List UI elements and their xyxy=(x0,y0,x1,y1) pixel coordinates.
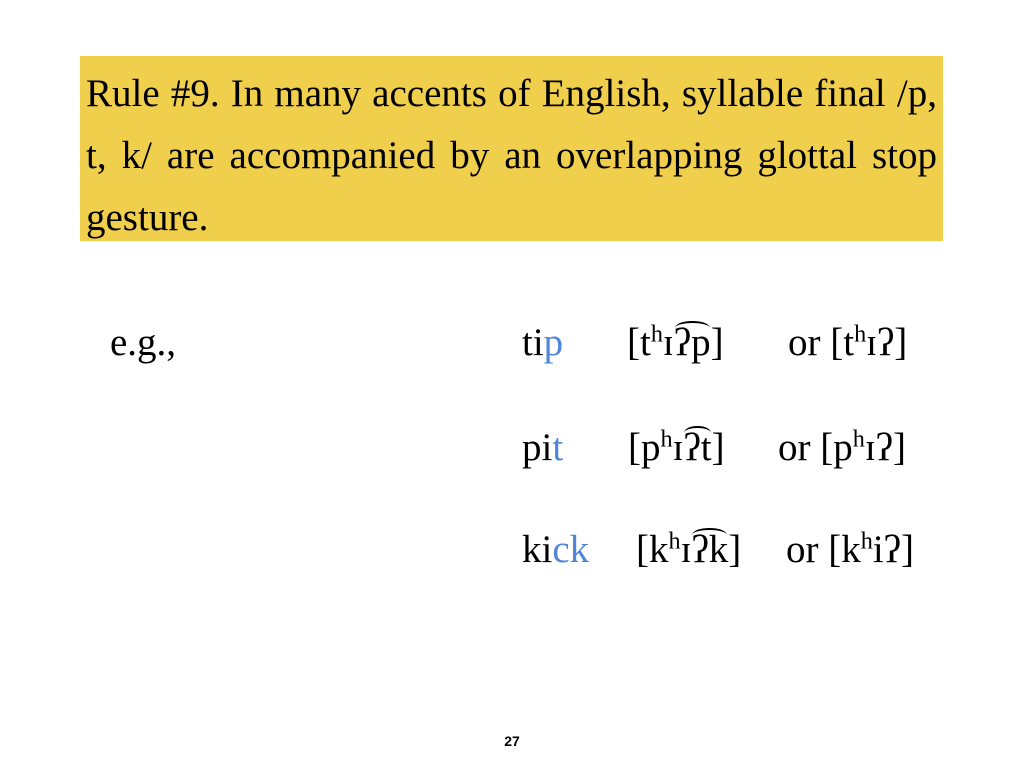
ipa-open: [t xyxy=(627,321,651,364)
ipa-close: ] xyxy=(728,528,742,571)
ipa-vowel: ɪ xyxy=(662,321,674,364)
examples-label: e.g., xyxy=(110,321,177,364)
example-word: tip xyxy=(522,318,563,368)
word-stem: pi xyxy=(522,426,553,469)
ipa-alternative: or [thɪʔ] xyxy=(788,318,907,368)
alt-rest: iʔ] xyxy=(872,528,914,571)
ipa-alternative: or [phɪʔ] xyxy=(778,423,906,473)
ipa-tied-glottal: ʔt xyxy=(683,423,712,473)
ipa-transcription: [thɪʔp] xyxy=(627,318,724,368)
ipa-close: ] xyxy=(710,321,724,364)
ipa-vowel: ɪ xyxy=(672,426,684,469)
ipa-aspiration: h xyxy=(650,320,663,348)
ipa-aspiration: h xyxy=(668,527,681,555)
slide: Rule #9. In many accents of English, syl… xyxy=(0,0,1024,768)
ipa-open: [k xyxy=(636,528,669,571)
alt-aspiration: h xyxy=(852,425,865,453)
rule-box: Rule #9. In many accents of English, syl… xyxy=(80,56,943,241)
ipa-alternative: or [khiʔ] xyxy=(786,525,914,575)
example-word: pit xyxy=(522,423,563,473)
ipa-close: ] xyxy=(711,426,725,469)
alt-open: or [t xyxy=(788,321,855,364)
example-word: kick xyxy=(522,525,589,575)
word-final-consonant: t xyxy=(552,426,564,469)
alt-open: or [k xyxy=(786,528,861,571)
rule-text: Rule #9. In many accents of English, syl… xyxy=(86,72,937,239)
ipa-tied-glottal: ʔk xyxy=(691,525,728,575)
ipa-tied-glottal: ʔp xyxy=(674,318,711,368)
alt-rest: ɪʔ] xyxy=(866,321,908,364)
ipa-aspiration: h xyxy=(660,425,673,453)
alt-aspiration: h xyxy=(854,320,867,348)
ipa-transcription: [khɪʔk] xyxy=(636,525,741,575)
word-final-consonant: ck xyxy=(552,528,590,571)
alt-open: or [p xyxy=(778,426,853,469)
alt-rest: ɪʔ] xyxy=(864,426,906,469)
word-stem: ki xyxy=(522,528,553,571)
alt-aspiration: h xyxy=(860,527,873,555)
ipa-open: [p xyxy=(628,426,661,469)
word-final-consonant: p xyxy=(543,321,564,364)
ipa-transcription: [phɪʔt] xyxy=(628,423,725,473)
page-number: 27 xyxy=(504,733,520,749)
word-stem: ti xyxy=(522,321,544,364)
ipa-vowel: ɪ xyxy=(680,528,692,571)
